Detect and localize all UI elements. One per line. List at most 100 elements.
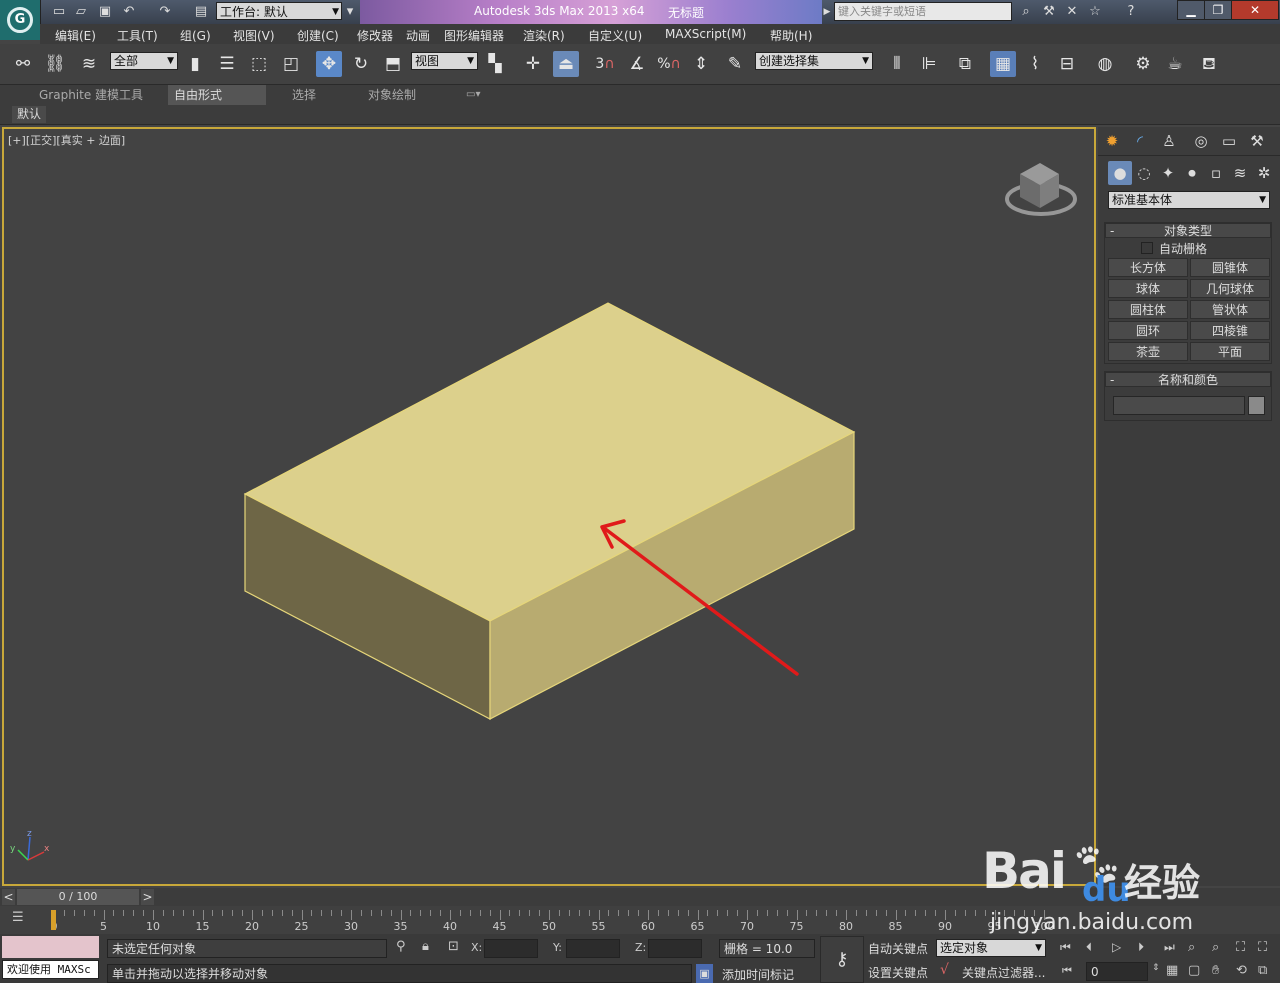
bind-space-warp-icon[interactable]: ≋ (76, 51, 102, 77)
zoom-all-icon[interactable]: ⌕ (1212, 940, 1219, 955)
cameras-icon[interactable]: ⏺ (1180, 161, 1204, 185)
menu-view[interactable]: 视图(V) (233, 27, 275, 44)
curve-editor-icon[interactable]: ⌇ (1022, 51, 1048, 77)
plane-button[interactable]: 平面 (1190, 342, 1270, 361)
absolute-mode-icon[interactable]: ⊡ (448, 939, 459, 954)
select-by-name-icon[interactable]: ☰ (214, 51, 240, 77)
subscription-icon[interactable]: ⚒ (1040, 3, 1058, 21)
torus-button[interactable]: 圆环 (1108, 321, 1188, 340)
binoculars-icon[interactable]: ⌕ (1017, 3, 1035, 21)
current-frame-input[interactable]: 0 (1086, 962, 1148, 981)
menu-graph-editors[interactable]: 图形编辑器 (444, 27, 504, 44)
menu-animation[interactable]: 动画 (406, 27, 430, 44)
menu-help[interactable]: 帮助(H) (770, 27, 812, 44)
ribbon-options-icon[interactable]: ▭▾ (460, 85, 486, 105)
favorites-star-icon[interactable]: ☆ (1086, 3, 1104, 21)
zoom-extents-all-icon[interactable]: ⛶ (1258, 940, 1267, 955)
application-button[interactable]: G (0, 0, 41, 40)
pivot-center-icon[interactable]: ▚ (482, 51, 508, 77)
schematic-view-icon[interactable]: ⊟ (1054, 51, 1080, 77)
snap-toggle-icon[interactable]: 3∩ (592, 51, 618, 77)
workspace-dropdown[interactable]: 工作台: 默认 ▼ (216, 2, 342, 20)
menu-group[interactable]: 组(G) (180, 27, 211, 44)
align-icon[interactable]: ⊫ (916, 51, 942, 77)
tab-selection[interactable]: 选择 (286, 85, 322, 105)
close-button[interactable]: ✕ (1231, 0, 1279, 20)
category-dropdown[interactable]: 标准基本体 ▼ (1108, 191, 1270, 209)
menu-edit[interactable]: 编辑(E) (55, 27, 96, 44)
tab-graphite-modeling[interactable]: Graphite 建模工具 (33, 85, 149, 105)
object-name-input[interactable] (1113, 396, 1245, 415)
key-mode-toggle-icon[interactable]: ⏮ (1062, 964, 1072, 978)
auto-key-button[interactable]: 自动关键点 (868, 940, 928, 957)
perspective-viewport[interactable]: [+][正交][真实 + 边面] z y x (2, 127, 1096, 886)
goto-end-icon[interactable]: ⏭ (1164, 940, 1175, 955)
y-coord-input[interactable] (566, 939, 620, 958)
keyboard-shortcut-override-icon[interactable]: ⏏ (553, 51, 579, 77)
menu-tools[interactable]: 工具(T) (117, 27, 158, 44)
communication-icon[interactable]: ✕ (1063, 3, 1081, 21)
project-folder-icon[interactable]: ▤ (192, 3, 210, 21)
object-color-swatch[interactable] (1248, 396, 1265, 415)
tab-object-paint[interactable]: 对象绘制 (362, 85, 422, 105)
time-prev-button[interactable]: < (2, 889, 15, 905)
material-editor-icon[interactable]: ◍ (1092, 51, 1118, 77)
autogrid-checkbox[interactable] (1141, 242, 1153, 254)
undo-icon[interactable]: ↶ (120, 3, 138, 21)
select-object-icon[interactable]: ▮ (182, 51, 208, 77)
open-file-icon[interactable]: ▱ (72, 3, 90, 21)
modify-tab-icon[interactable]: ◜ (1128, 129, 1152, 153)
unlink-icon[interactable]: ⛓ (42, 51, 68, 77)
maxscript-listener-output[interactable] (2, 936, 99, 958)
time-tag-icon[interactable]: ▣ (696, 964, 713, 983)
viewcube-icon[interactable] (1005, 163, 1077, 216)
menu-modifiers[interactable]: 修改器 (357, 27, 393, 44)
utilities-tab-icon[interactable]: ⚒ (1245, 129, 1269, 153)
space-warps-icon[interactable]: ≋ (1228, 161, 1252, 185)
key-mode-dropdown[interactable]: 选定对象 ▼ (936, 939, 1046, 957)
key-filters-button[interactable]: 关键点过滤器... (962, 964, 1045, 981)
pyramid-button[interactable]: 四棱锥 (1190, 321, 1270, 340)
maximize-button[interactable]: ❐ (1204, 0, 1232, 20)
zoom-extents-icon[interactable]: ⛶ (1236, 940, 1245, 955)
percent-snap-icon[interactable]: %∩ (656, 51, 682, 77)
tube-button[interactable]: 管状体 (1190, 300, 1270, 319)
x-coord-input[interactable] (484, 939, 538, 958)
isolate-selection-icon[interactable]: ⚲ (396, 939, 406, 954)
layer-manager-icon[interactable]: ⧉ (952, 51, 978, 77)
zoom-icon[interactable]: ⌕ (1188, 940, 1195, 955)
goto-start-icon[interactable]: ⏮ (1060, 940, 1071, 955)
menu-customize[interactable]: 自定义(U) (588, 27, 642, 44)
name-color-header[interactable]: - 名称和颜色 (1105, 372, 1271, 387)
object-type-header[interactable]: - 对象类型 (1105, 223, 1271, 238)
expand-arrow-icon[interactable]: ▶ (822, 3, 832, 21)
pan-icon[interactable]: ✋︎ (1212, 963, 1219, 978)
prev-frame-icon[interactable]: ⏴ (1086, 940, 1092, 955)
field-of-view-icon[interactable]: ▢ (1188, 963, 1200, 978)
spinner-snap-icon[interactable]: ⇕ (688, 51, 714, 77)
select-and-move-icon[interactable]: ✥ (316, 51, 342, 77)
minimize-button[interactable]: ▁ (1177, 0, 1205, 20)
add-time-tag[interactable]: 添加时间标记 (722, 966, 794, 983)
geometry-icon[interactable]: ● (1108, 161, 1132, 185)
create-tab-icon[interactable]: ✹ (1100, 129, 1124, 153)
lights-icon[interactable]: ✦ (1156, 161, 1180, 185)
maximize-viewport-icon[interactable]: ⧉ (1258, 963, 1267, 978)
time-slider-thumb[interactable]: 0 / 100 (17, 889, 139, 905)
spinner-icon[interactable]: ⇕ (1152, 963, 1160, 973)
maxscript-input[interactable]: 欢迎使用 MAXSc (2, 960, 99, 979)
select-and-scale-icon[interactable]: ⬒ (380, 51, 406, 77)
render-teapot-icon[interactable]: ⛾ (1196, 51, 1222, 77)
shapes-icon[interactable]: ◌ (1132, 161, 1156, 185)
qat-menu-icon[interactable]: ▾ (344, 3, 356, 21)
redo-icon[interactable]: ↷ (156, 3, 174, 21)
cone-button[interactable]: 圆锥体 (1190, 258, 1270, 277)
mirror-icon[interactable]: ⫴ (884, 51, 910, 77)
select-and-rotate-icon[interactable]: ↻ (348, 51, 374, 77)
cylinder-button[interactable]: 圆柱体 (1108, 300, 1188, 319)
render-setup-icon[interactable]: ⚙ (1130, 51, 1156, 77)
selection-filter-dropdown[interactable]: 全部 ▼ (110, 52, 178, 70)
time-next-button[interactable]: > (141, 889, 154, 905)
menu-rendering[interactable]: 渲染(R) (523, 27, 565, 44)
orbit-icon[interactable]: ⟲ (1236, 963, 1247, 978)
